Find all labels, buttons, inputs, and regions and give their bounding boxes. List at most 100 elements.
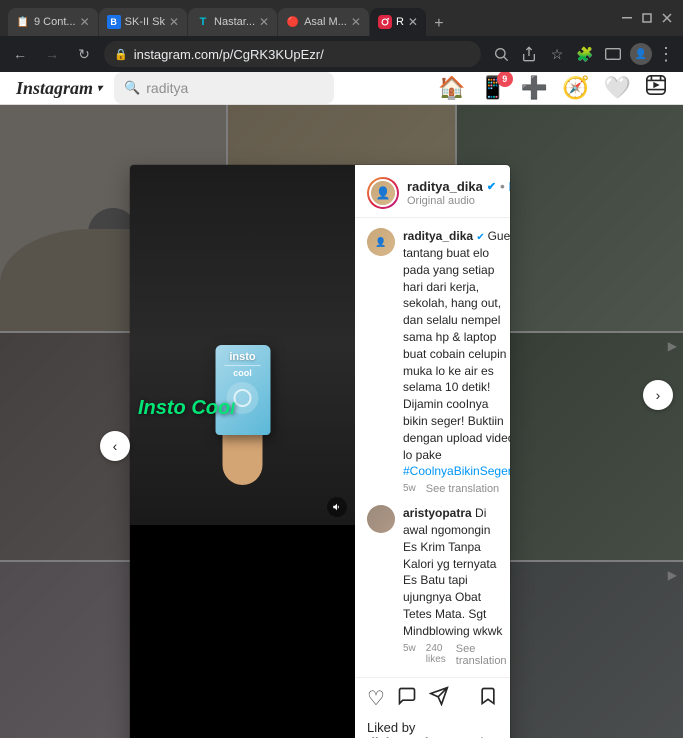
close-button[interactable]: [659, 10, 675, 26]
comment-1-body: aristyopatra Di awal ngomongin Es Krim T…: [403, 505, 507, 666]
notification-badge: 9: [497, 72, 513, 87]
post-audio-label: Original audio: [407, 195, 510, 207]
share-button[interactable]: [517, 42, 541, 66]
caption-text: raditya_dika ✔ Gue tantang buat elo pada…: [403, 228, 510, 480]
minimize-button[interactable]: [619, 10, 635, 26]
caption-meta: 5w See translation: [403, 483, 510, 495]
profile-button[interactable]: 👤: [629, 42, 653, 66]
tab-4-favicon: 🔴: [286, 15, 300, 29]
search-placeholder-text: raditya: [146, 80, 188, 96]
tab-2-label: SK-II Sk: [125, 16, 165, 28]
comment-1-avatar-img: [367, 505, 395, 533]
caption-avatar-img: 👤: [367, 228, 395, 256]
chrome-menu-button[interactable]: ⋮: [657, 44, 675, 65]
tab-1-close[interactable]: ✕: [80, 15, 90, 29]
video-text-overlay: Insto Cool: [138, 397, 235, 420]
reload-button[interactable]: ↻: [72, 42, 96, 66]
product-box: insto cool: [215, 345, 270, 435]
follow-button[interactable]: Follow: [509, 179, 510, 194]
lock-icon: 🔒: [114, 48, 128, 61]
instagram-page: Instagram ▾ 🔍 raditya 🏠 📱 9 ➕ 🧭 🤍: [0, 72, 683, 738]
caption-hashtag: #CoolnyaBikinSeger!: [403, 464, 510, 478]
post-video-panel: insto cool: [130, 165, 355, 738]
tab-3-favicon: T: [196, 15, 210, 29]
post-layout: insto cool: [130, 165, 510, 738]
search-button[interactable]: [489, 42, 513, 66]
explore-icon[interactable]: 🧭: [562, 75, 589, 101]
instagram-logo: Instagram ▾: [16, 78, 102, 99]
comment-1-text: aristyopatra Di awal ngomongin Es Krim T…: [403, 505, 507, 639]
tab-2[interactable]: B SK-II Sk ✕: [99, 8, 187, 36]
maximize-button[interactable]: [639, 10, 655, 26]
product-divider: [225, 365, 261, 366]
heart-icon[interactable]: 🤍: [604, 75, 631, 101]
post-actions-bar: ♡: [355, 677, 510, 716]
tab-4[interactable]: 🔴 Asal M... ✕: [278, 8, 369, 36]
caption-body-text: Gue tantang buat elo pada yang setiap ha…: [403, 229, 510, 462]
comment-1-username: aristyopatra: [403, 506, 472, 520]
url-text: instagram.com/p/CgRK3KUpEzr/: [134, 47, 471, 62]
chrome-cast-button[interactable]: [601, 42, 625, 66]
logo-chevron-icon: ▾: [97, 83, 102, 94]
reels-icon[interactable]: [645, 74, 667, 102]
tab-1-label: 9 Cont...: [34, 16, 76, 28]
sound-button[interactable]: [327, 497, 347, 517]
comment-1-meta: 5w 240 likes See translation: [403, 643, 507, 667]
new-tab-button[interactable]: +: [427, 12, 451, 36]
back-button[interactable]: ←: [8, 42, 32, 66]
caption-username: raditya_dika: [403, 229, 473, 243]
tab-2-close[interactable]: ✕: [169, 15, 179, 29]
hand-visual: [223, 435, 263, 485]
window-controls: [619, 10, 675, 26]
forward-button[interactable]: →: [40, 42, 64, 66]
post-right-panel: 👤 raditya_dika ✔ • Follow Orig: [355, 165, 510, 738]
product-type-label: cool: [233, 368, 252, 378]
tab-5-close[interactable]: ✕: [408, 15, 418, 29]
tab-4-close[interactable]: ✕: [351, 15, 361, 29]
video-content: insto cool: [130, 165, 355, 525]
comment-1-see-translation[interactable]: See translation: [456, 643, 507, 667]
see-translation-button[interactable]: See translation: [426, 483, 499, 495]
next-post-button[interactable]: ›: [643, 380, 673, 410]
save-button[interactable]: [478, 686, 498, 712]
tab-1[interactable]: 📋 9 Cont... ✕: [8, 8, 98, 36]
extensions-button[interactable]: 🧩: [573, 42, 597, 66]
profile-avatar: 👤: [630, 43, 652, 65]
activity-icon[interactable]: 📱 9: [479, 75, 506, 101]
like-button[interactable]: ♡: [367, 686, 385, 711]
home-icon[interactable]: 🏠: [438, 75, 465, 101]
share-button[interactable]: [429, 686, 449, 712]
avatar-image: 👤: [371, 181, 395, 205]
verified-icon: ✔: [487, 180, 496, 193]
tab-2-favicon: B: [107, 15, 121, 29]
comment-1-avatar: [367, 505, 395, 533]
comment-1: aristyopatra Di awal ngomongin Es Krim T…: [367, 505, 498, 666]
tab-3-label: Nastar...: [214, 16, 255, 28]
comment-button[interactable]: [397, 686, 417, 712]
tab-5[interactable]: R ✕: [370, 8, 426, 36]
instagram-header: Instagram ▾ 🔍 raditya 🏠 📱 9 ➕ 🧭 🤍: [0, 72, 683, 105]
tab-3[interactable]: T Nastar... ✕: [188, 8, 277, 36]
post-header: 👤 raditya_dika ✔ • Follow Orig: [355, 165, 510, 218]
browser-chrome: 📋 9 Cont... ✕ B SK-II Sk ✕ T Nastar... ✕…: [0, 0, 683, 72]
create-icon[interactable]: ➕: [521, 75, 548, 101]
url-bar[interactable]: 🔒 instagram.com/p/CgRK3KUpEzr/: [104, 41, 481, 67]
post-likes-section: Liked by dickypradanas and 17,948 others: [355, 716, 510, 738]
tab-strip: 📋 9 Cont... ✕ B SK-II Sk ✕ T Nastar... ✕…: [8, 0, 607, 36]
post-caption: 👤 raditya_dika ✔ Gue tantang buat elo pa…: [367, 228, 498, 495]
comment-1-time: 5w: [403, 643, 416, 667]
product-name-label: insto: [229, 351, 255, 363]
tab-1-favicon: 📋: [16, 15, 30, 29]
bookmark-star-button[interactable]: ☆: [545, 42, 569, 66]
caption-avatar: 👤: [367, 228, 395, 256]
address-bar: ← → ↻ 🔒 instagram.com/p/CgRK3KUpEzr/ ☆ 🧩…: [0, 36, 683, 72]
post-author-avatar: 👤: [369, 179, 397, 207]
liked-by-username[interactable]: dickypradanas: [367, 735, 458, 738]
dot-separator: •: [500, 179, 505, 194]
instagram-search-bar[interactable]: 🔍 raditya: [114, 72, 334, 104]
tab-5-favicon: [378, 15, 392, 29]
prev-post-button[interactable]: ‹: [100, 431, 130, 461]
search-icon: 🔍: [124, 80, 140, 96]
tab-3-close[interactable]: ✕: [259, 15, 269, 29]
post-comments-section[interactable]: 👤 raditya_dika ✔ Gue tantang buat elo pa…: [355, 218, 510, 677]
